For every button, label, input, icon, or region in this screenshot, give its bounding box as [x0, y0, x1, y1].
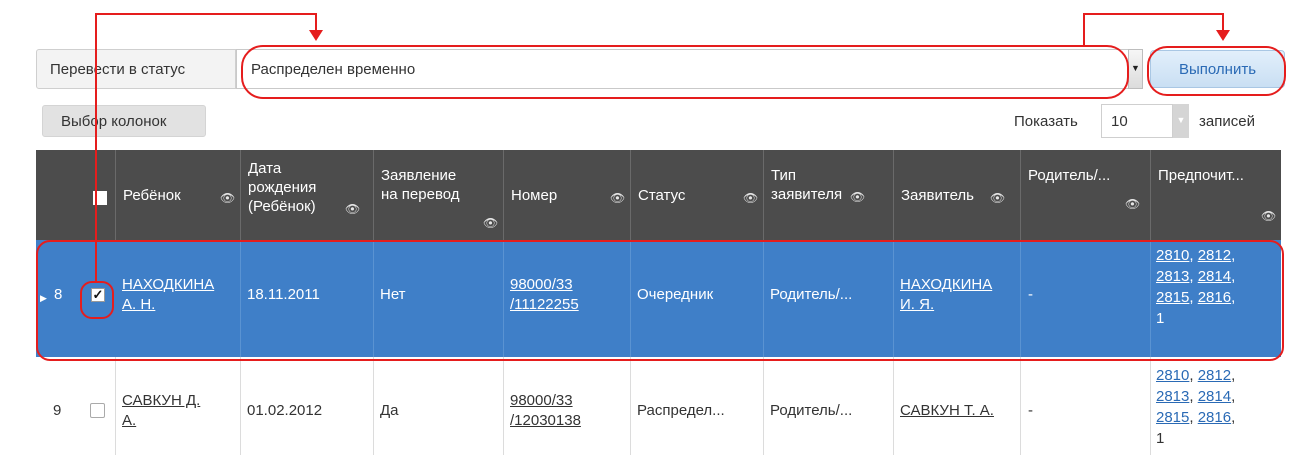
preferred-link[interactable]: 2814: [1198, 388, 1231, 405]
annotation-checkbox-highlight: [80, 281, 114, 319]
hide-column-icon[interactable]: 👁: [483, 214, 498, 232]
hide-column-icon[interactable]: 👁: [743, 189, 758, 207]
column-label: Номер: [511, 187, 558, 204]
number-link[interactable]: /12030138: [510, 411, 581, 431]
annotation-line: [95, 13, 317, 15]
table-header: Ребёнок 👁 Дата рождения (Ребёнок) 👁 Заяв…: [36, 150, 1281, 240]
column-label: рождения: [248, 179, 317, 196]
column-label: заявителя: [771, 186, 843, 203]
annotation-line: [95, 13, 97, 283]
column-label: Дата: [248, 160, 282, 177]
hide-column-icon[interactable]: 👁: [220, 189, 235, 207]
hide-column-icon[interactable]: 👁: [1261, 207, 1276, 225]
column-label: Заявитель: [901, 187, 974, 204]
birth-date: 01.02.2012: [247, 402, 323, 419]
annotation-status-highlight: [241, 45, 1129, 99]
child-link[interactable]: САВКУН Д.: [122, 391, 200, 411]
child-link[interactable]: А.: [122, 411, 136, 431]
hide-column-icon[interactable]: 👁: [990, 189, 1005, 207]
column-number[interactable]: Номер 👁: [503, 150, 630, 240]
column-label: (Ребёнок): [248, 198, 316, 215]
table-row[interactable]: 9 САВКУН Д. А. 01.02.2012 Да 98000/33 /1…: [36, 357, 1281, 455]
column-child[interactable]: Ребёнок 👁: [115, 150, 240, 240]
chevron-down-icon[interactable]: ▼: [1128, 49, 1143, 89]
status-label: Перевести в статус: [36, 49, 236, 89]
hide-column-icon[interactable]: 👁: [610, 189, 625, 207]
applicant-link[interactable]: САВКУН Т. А.: [900, 401, 994, 421]
hide-column-icon[interactable]: 👁: [1125, 195, 1140, 213]
show-label: Показать: [1014, 113, 1078, 130]
column-label: Заявление: [381, 167, 457, 184]
records-label: записей: [1199, 113, 1255, 130]
column-label: на перевод: [381, 186, 460, 203]
column-label: Ребёнок: [123, 187, 181, 204]
column-label: Тип: [771, 167, 797, 184]
page-size-select[interactable]: 10: [1101, 104, 1173, 138]
column-label: Статус: [638, 187, 686, 204]
preferred-link[interactable]: 2815: [1156, 409, 1189, 426]
row-index: 9: [53, 402, 62, 419]
annotation-line: [1083, 13, 1085, 47]
column-label: Родитель/...: [1028, 167, 1111, 184]
preferred-link[interactable]: 2812: [1198, 367, 1231, 384]
annotation-line: [1083, 13, 1224, 15]
column-applicant-type[interactable]: Тип заявителя 👁: [763, 150, 893, 240]
row-checkbox[interactable]: [90, 403, 105, 418]
choose-columns-button[interactable]: Выбор колонок: [42, 105, 206, 137]
column-label: Предпочит...: [1158, 167, 1244, 184]
hide-column-icon[interactable]: 👁: [850, 188, 865, 206]
column-transfer[interactable]: Заявление на перевод 👁: [373, 150, 503, 240]
annotation-execute-highlight: [1147, 46, 1286, 96]
applicant-type-value: Родитель/...: [770, 402, 853, 419]
column-applicant[interactable]: Заявитель 👁: [893, 150, 1020, 240]
chevron-down-icon[interactable]: ▼: [1173, 104, 1189, 138]
preferred-link[interactable]: 2816: [1198, 409, 1231, 426]
column-preferred[interactable]: Предпочит... 👁: [1150, 150, 1281, 240]
annotation-arrow-icon: [309, 30, 323, 41]
column-parent[interactable]: Родитель/... 👁: [1020, 150, 1150, 240]
annotation-row-highlight: [36, 240, 1284, 361]
hide-column-icon[interactable]: 👁: [345, 200, 360, 218]
column-status[interactable]: Статус 👁: [630, 150, 763, 240]
status-value: Распредел...: [637, 402, 725, 419]
parent-value: -: [1028, 402, 1033, 419]
column-birth-date[interactable]: Дата рождения (Ребёнок) 👁: [240, 150, 373, 240]
preferred-link[interactable]: 2810: [1156, 367, 1189, 384]
preferred-extra: 1: [1156, 430, 1165, 447]
annotation-arrow-icon: [1216, 30, 1230, 41]
preferred-list: 2810, 2812, 2813, 2814, 2815, 2816, 1: [1156, 367, 1236, 447]
preferred-link[interactable]: 2813: [1156, 388, 1189, 405]
transfer-value: Да: [380, 402, 399, 419]
number-link[interactable]: 98000/33: [510, 391, 573, 411]
